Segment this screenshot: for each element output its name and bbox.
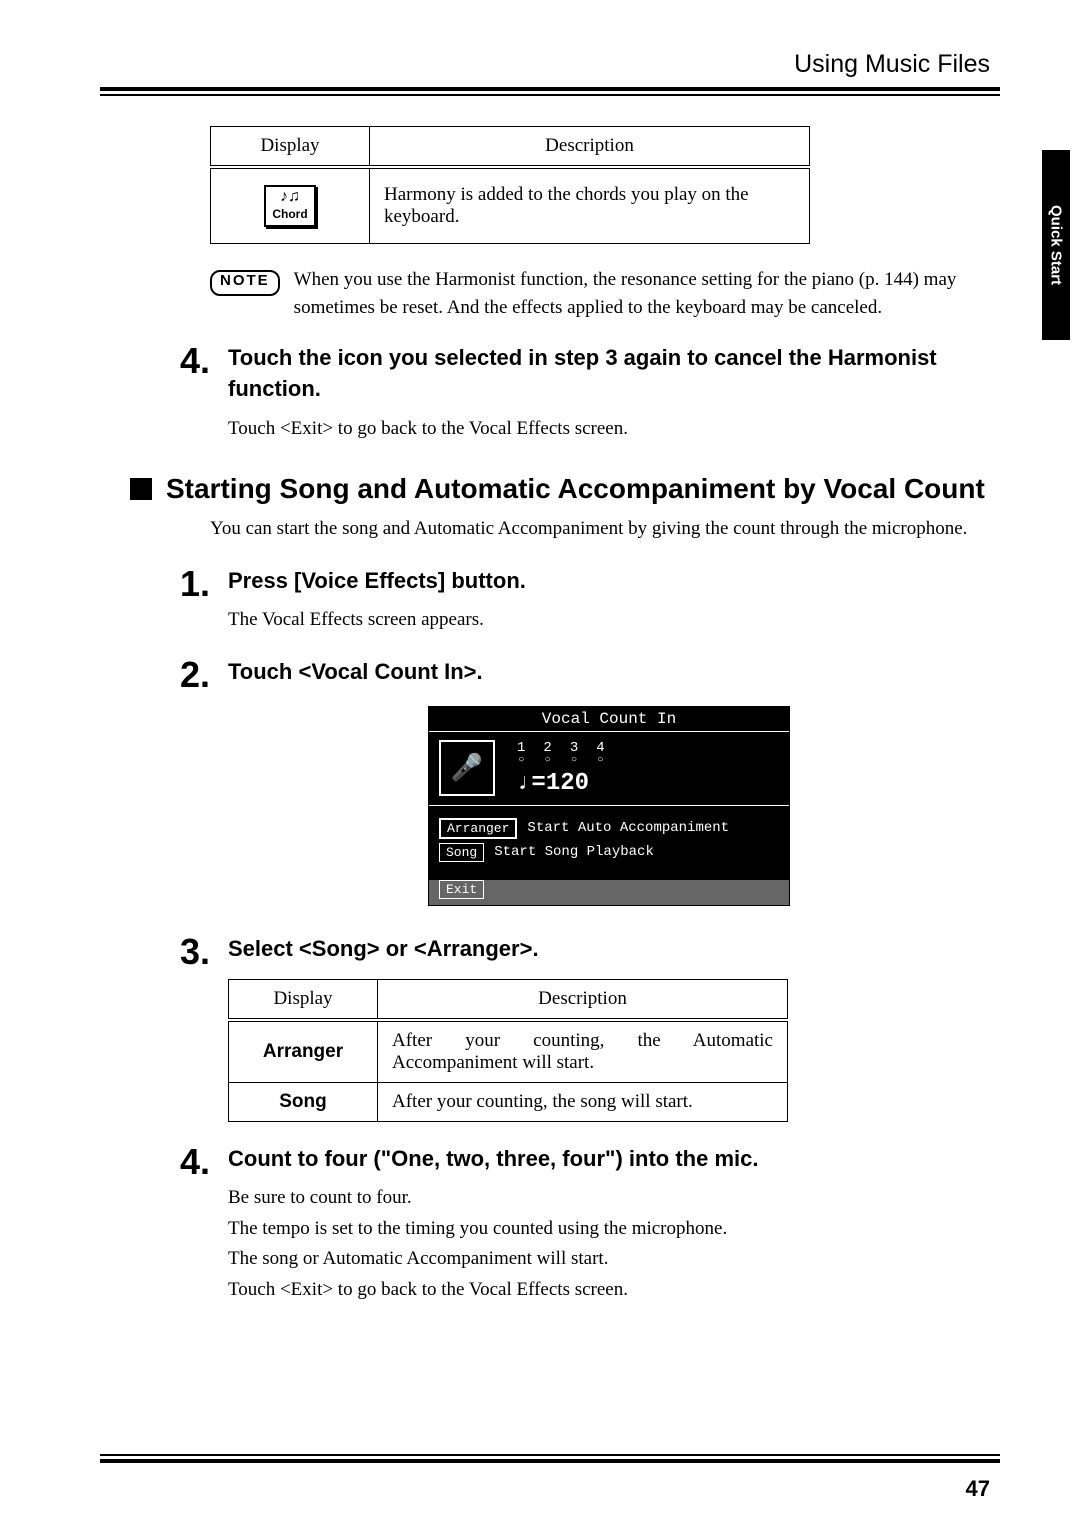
side-tab-quick-start: Quick Start: [1042, 150, 1070, 340]
step-title: Count to four ("One, two, three, four") …: [228, 1144, 990, 1175]
count-3: 3○: [570, 740, 578, 766]
lcd-arranger-label: Start Auto Accompaniment: [527, 820, 729, 836]
section-title: Starting Song and Automatic Accompanimen…: [166, 473, 985, 505]
lcd-top: 🎤 1○ 2○ 3○ 4○ ♩=120: [429, 732, 789, 805]
step-text: Touch <Exit> to go back to the Vocal Eff…: [228, 415, 990, 444]
dot-icon: ○: [596, 756, 604, 766]
table1-header-display: Display: [211, 127, 370, 168]
table2-row-song-desc: After your counting, the song will start…: [378, 1082, 788, 1121]
step-number: 3.: [160, 934, 210, 1122]
step-text-line1: Be sure to count to four.: [228, 1184, 990, 1213]
note-badge: NOTE: [210, 270, 280, 296]
lcd-arranger-button[interactable]: Arranger: [439, 818, 517, 839]
lcd-song-button[interactable]: Song: [439, 843, 484, 862]
music-notes-icon: ♪♫: [272, 189, 307, 206]
lcd-bottom: Exit: [429, 874, 789, 905]
page-number: 47: [966, 1476, 990, 1502]
count-4: 4○: [596, 740, 604, 766]
step-number: 2.: [160, 657, 210, 912]
table2-row-song-label: Song: [229, 1082, 378, 1121]
step-number: 4.: [160, 1144, 210, 1305]
step-number: 1.: [160, 566, 210, 635]
lcd-exit-button[interactable]: Exit: [439, 880, 484, 899]
dot-icon: ○: [543, 756, 551, 766]
step-text-line4: Touch <Exit> to go back to the Vocal Eff…: [228, 1276, 990, 1305]
dot-icon: ○: [570, 756, 578, 766]
header-rule-thin: [100, 94, 1000, 96]
step-4-cancel-harmonist: 4. Touch the icon you selected in step 3…: [160, 343, 990, 443]
lcd-title: Vocal Count In: [429, 707, 789, 732]
display-description-table-2: Display Description Arranger After your …: [228, 979, 788, 1122]
note-text: When you use the Harmonist function, the…: [294, 266, 990, 321]
note-block: NOTE When you use the Harmonist function…: [210, 266, 990, 321]
step-title: Select <Song> or <Arranger>.: [228, 934, 990, 965]
count-1: 1○: [517, 740, 525, 766]
square-bullet-icon: [130, 478, 152, 500]
page: Using Music Files Quick Start Display De…: [0, 0, 1080, 1528]
step-4-count-to-four: 4. Count to four ("One, two, three, four…: [160, 1144, 990, 1305]
lcd-option-arranger[interactable]: Arranger Start Auto Accompaniment: [439, 818, 779, 839]
step-text-line2: The tempo is set to the timing you count…: [228, 1215, 990, 1244]
section-intro: You can start the song and Automatic Acc…: [210, 515, 990, 544]
section-heading: Starting Song and Automatic Accompanimen…: [130, 473, 990, 505]
lcd-tempo: ♩=120: [517, 770, 605, 797]
lcd-options: Arranger Start Auto Accompaniment Song S…: [429, 805, 789, 874]
display-description-table-1: Display Description ♪♫ Chord Harmony is …: [210, 126, 810, 244]
side-tab-label: Quick Start: [1048, 205, 1065, 285]
step-text-line3: The song or Automatic Accompaniment will…: [228, 1245, 990, 1274]
table1-cell-display: ♪♫ Chord: [211, 167, 370, 244]
lcd-song-label: Start Song Playback: [494, 844, 654, 860]
count-2: 2○: [543, 740, 551, 766]
lcd-option-song[interactable]: Song Start Song Playback: [439, 843, 779, 862]
step-text: The Vocal Effects screen appears.: [228, 606, 990, 635]
step-title: Touch the icon you selected in step 3 ag…: [228, 343, 990, 405]
table1-cell-description: Harmony is added to the chords you play …: [370, 167, 810, 244]
lcd-vocal-count-in: Vocal Count In 🎤 1○ 2○ 3○ 4○ ♩=120: [428, 706, 790, 906]
step-2-touch-vocal-count-in: 2. Touch <Vocal Count In>. Vocal Count I…: [160, 657, 990, 912]
table2-header-description: Description: [378, 979, 788, 1020]
dot-icon: ○: [517, 756, 525, 766]
chord-chip-label: Chord: [272, 207, 307, 221]
step-title: Touch <Vocal Count In>.: [228, 657, 990, 688]
table2-row-arranger-label: Arranger: [229, 1020, 378, 1083]
step-number: 4.: [160, 343, 210, 443]
table1-header-description: Description: [370, 127, 810, 168]
header-rule-thick: [100, 87, 1000, 91]
microphone-icon: 🎤: [439, 740, 495, 796]
lcd-counts: 1○ 2○ 3○ 4○: [517, 740, 605, 766]
footer-rules: [100, 1454, 1000, 1466]
step-1-press-voice-effects: 1. Press [Voice Effects] button. The Voc…: [160, 566, 990, 635]
table2-row-arranger-desc: After your counting, the Automatic Accom…: [378, 1020, 788, 1083]
content: Display Description ♪♫ Chord Harmony is …: [210, 126, 990, 1304]
step-3-select-song-or-arranger: 3. Select <Song> or <Arranger>. Display …: [160, 934, 990, 1122]
header-section-title: Using Music Files: [100, 50, 990, 79]
chord-icon: ♪♫ Chord: [264, 185, 315, 226]
table2-header-display: Display: [229, 979, 378, 1020]
step-title: Press [Voice Effects] button.: [228, 566, 990, 597]
